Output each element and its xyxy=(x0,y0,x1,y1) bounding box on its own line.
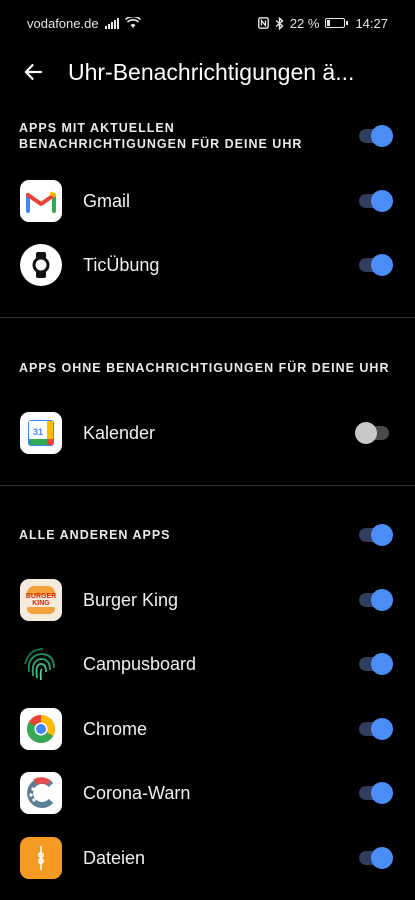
clock: 14:27 xyxy=(355,15,388,31)
list-item[interactable]: Corona-Warn xyxy=(0,761,415,825)
page-title: Uhr-Benachrichtigungen ä... xyxy=(68,58,355,85)
list-item[interactable]: Campusboard xyxy=(0,632,415,696)
status-right: 22 % 14:27 xyxy=(257,15,388,31)
files-icon xyxy=(20,837,62,879)
app-bar: Uhr-Benachrichtigungen ä... xyxy=(0,46,415,98)
chrome-icon xyxy=(20,708,62,750)
toggle-dateien[interactable] xyxy=(357,847,393,869)
app-name: TicÜbung xyxy=(83,254,160,275)
section-label-active: APPS MIT AKTUELLEN BENACHRICHTIGUNGEN FÜ… xyxy=(19,121,303,151)
section-label-without: APPS OHNE BENACHRICHTIGUNGEN FÜR DEINE U… xyxy=(19,361,390,375)
toggle-campusboard[interactable] xyxy=(357,653,393,675)
list-item[interactable]: Chrome xyxy=(0,697,415,761)
nfc-icon xyxy=(257,17,269,29)
app-name: Corona-Warn xyxy=(83,782,191,803)
back-button[interactable] xyxy=(13,52,53,92)
toggle-kalender[interactable] xyxy=(355,422,393,444)
wifi-icon xyxy=(124,17,141,28)
divider xyxy=(0,485,415,486)
toggle-burger-king[interactable] xyxy=(357,589,393,611)
list-item[interactable]: 31 Kalender xyxy=(0,401,415,465)
watch-icon xyxy=(20,244,62,286)
arrow-back-icon xyxy=(24,64,43,80)
battery-percent: 22 % xyxy=(289,15,320,31)
burger-king-icon: BURGER KING xyxy=(20,579,62,621)
section-header-active: APPS MIT AKTUELLEN BENACHRICHTIGUNGEN FÜ… xyxy=(19,120,395,152)
app-name: Gmail xyxy=(83,190,131,211)
burger-king-text: BURGER KING xyxy=(25,593,57,607)
calendar-icon: 31 xyxy=(20,412,62,454)
section-label-others: ALLE ANDEREN APPS xyxy=(19,528,171,542)
app-name: Campusboard xyxy=(83,653,197,674)
toggle-chrome[interactable] xyxy=(357,718,393,740)
status-left: vodafone.de xyxy=(27,16,141,31)
signal-icon xyxy=(104,17,119,29)
battery-icon xyxy=(325,18,349,28)
list-item[interactable]: Dateien xyxy=(0,826,415,890)
toggle-corona-warn[interactable] xyxy=(357,782,393,804)
calendar-day: 31 xyxy=(33,427,43,437)
list-item[interactable]: TicÜbung xyxy=(0,233,415,297)
bluetooth-icon xyxy=(275,16,284,30)
carrier-label: vodafone.de xyxy=(27,15,99,31)
app-name: Burger King xyxy=(83,589,179,610)
corona-warn-icon xyxy=(20,772,62,814)
app-name: Kalender xyxy=(83,422,156,443)
divider xyxy=(0,317,415,318)
battery-level xyxy=(327,20,331,26)
list-item[interactable]: Gmail xyxy=(0,169,415,233)
gmail-icon xyxy=(20,180,62,222)
section-header-others: ALLE ANDEREN APPS xyxy=(19,524,395,546)
section-toggle-active[interactable] xyxy=(357,125,393,147)
app-name: Dateien xyxy=(83,847,146,868)
toggle-ticuebung[interactable] xyxy=(357,254,393,276)
app-name: Chrome xyxy=(83,718,148,739)
section-toggle-others[interactable] xyxy=(357,524,393,546)
toggle-gmail[interactable] xyxy=(357,190,393,212)
list-item[interactable]: BURGER KING Burger King xyxy=(0,568,415,632)
status-bar: vodafone.de 22 % 14:27 xyxy=(0,0,415,46)
section-header-without: APPS OHNE BENACHRICHTIGUNGEN FÜR DEINE U… xyxy=(19,360,395,376)
fingerprint-icon xyxy=(20,643,62,685)
